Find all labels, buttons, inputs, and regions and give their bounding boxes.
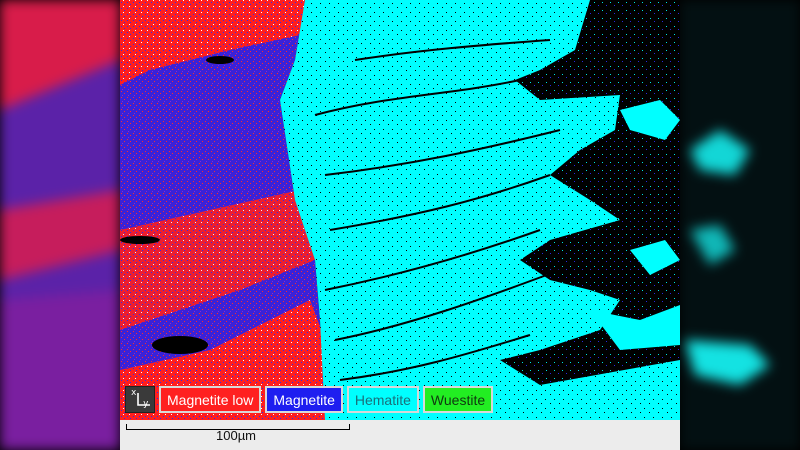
legend-label: Magnetite low — [167, 391, 254, 408]
phase-legend: x y Magnetite low Magnetite Hematite Wue… — [125, 386, 494, 413]
scale-bar-strip: 100µm — [120, 420, 680, 450]
blurred-right-margin — [680, 0, 800, 450]
legend-chip-magnetite-low[interactable]: Magnetite low — [159, 386, 262, 413]
scale-bar-label: 100µm — [216, 428, 257, 443]
blurred-left-margin — [0, 0, 120, 450]
legend-chip-wuestite[interactable]: Wuestite — [422, 386, 494, 413]
legend-chip-magnetite[interactable]: Magnetite — [265, 386, 343, 413]
legend-label: Magnetite — [273, 391, 335, 408]
xy-axes-icon[interactable]: x y — [125, 386, 155, 413]
phase-map-image — [120, 0, 680, 420]
legend-label: Wuestite — [430, 391, 486, 408]
legend-label: Hematite — [354, 391, 411, 408]
legend-chip-hematite[interactable]: Hematite — [346, 386, 419, 413]
